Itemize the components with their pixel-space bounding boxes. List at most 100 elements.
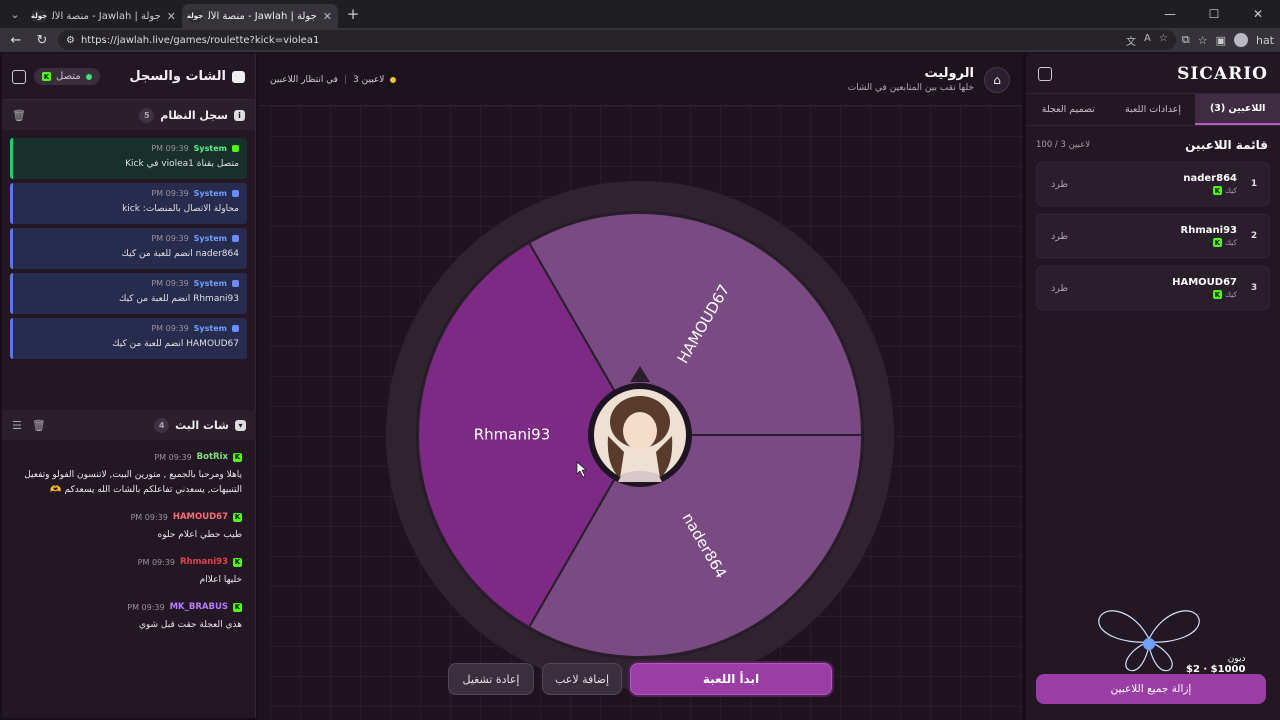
kick-player-button[interactable]: طرد xyxy=(1051,179,1068,190)
log-entry: System 09:39 PM متصل بقناة violea1 في Kic… xyxy=(10,138,247,179)
new-tab-plus-icon[interactable]: + xyxy=(342,3,364,25)
waiting-text: في انتظار اللاعبين xyxy=(270,74,338,85)
chat-nick[interactable]: MK_BRABUS xyxy=(170,602,228,612)
player-index: 2 xyxy=(1250,231,1258,241)
chat-time: 09:39 PM xyxy=(130,512,168,522)
extensions-icon[interactable]: ⧉ xyxy=(1182,33,1190,47)
player-name: Rhmani93 xyxy=(1180,225,1237,236)
close-window-icon[interactable]: ✕ xyxy=(1236,0,1280,28)
app-root: K متصل الشات والسجل 🗑 5 سجل النظام i Sys… xyxy=(0,54,1280,720)
log-entry: System 09:39 PM محاولة الاتصال بالمنصات: … xyxy=(10,183,247,224)
player-index: 3 xyxy=(1250,283,1258,293)
trash-icon[interactable]: 🗑 xyxy=(32,419,46,432)
reload-icon[interactable]: ↻ xyxy=(32,30,52,50)
info-icon: i xyxy=(234,109,245,121)
chat-nick[interactable]: BotRix xyxy=(197,452,228,462)
log-author: System xyxy=(193,324,227,333)
kick-icon: K xyxy=(233,557,242,567)
chat-bubble-icon xyxy=(232,70,245,83)
tab-players[interactable]: اللاعبين (3) xyxy=(1195,94,1280,125)
window-controls: — ☐ ✕ xyxy=(1148,0,1280,28)
minimize-icon[interactable]: — xyxy=(1148,0,1192,28)
log-entry: System 09:39 PM HAMOUD67 انضم للعبة من كي… xyxy=(10,318,247,359)
players-panel-header: SICARIO xyxy=(1026,54,1280,94)
chat-text: خليها اعلاام xyxy=(199,575,242,585)
panel-toggle-icon[interactable] xyxy=(12,69,26,84)
kick-icon: K xyxy=(1212,186,1222,195)
tab-list-chevron-icon[interactable]: ⌄ xyxy=(4,3,26,25)
connection-status-badge: K متصل xyxy=(34,68,100,85)
chat-message: K Rhmani93 09:39 PM خليها اعلاام xyxy=(16,557,242,588)
chat-nick[interactable]: Rhmani93 xyxy=(180,557,228,567)
player-name: HAMOUD67 xyxy=(1172,277,1237,288)
log-time: 09:39 PM xyxy=(151,189,189,198)
browser-tab-2[interactable]: جولة جولة | Jawlah - منصة الألعاب التفا … xyxy=(182,4,338,28)
stream-chat-title: شات البث xyxy=(175,418,229,432)
profile-label: hat xyxy=(1255,33,1274,47)
game-controls: إعادة تشغيل إضافة لاعب ابدأ اللعبة xyxy=(448,663,832,695)
panel-toggle-icon[interactable] xyxy=(1038,66,1052,81)
favorites-icon[interactable]: ☆ xyxy=(1198,34,1208,47)
chat-log-header: K متصل الشات والسجل xyxy=(2,54,255,100)
home-icon[interactable]: ⌂ xyxy=(984,66,1010,93)
tab-title: جولة | Jawlah - منصة الألعاب التفا xyxy=(208,10,317,22)
system-log-count: 5 xyxy=(139,107,155,123)
system-log-header: 🗑 5 سجل النظام i xyxy=(2,100,255,130)
log-text: HAMOUD67 انضم للعبة من كيك xyxy=(112,339,239,349)
system-log-title: سجل النظام xyxy=(160,108,228,122)
profile-avatar[interactable] xyxy=(1233,33,1248,47)
align-icon[interactable]: ☰ xyxy=(12,419,22,432)
favorite-star-icon[interactable]: ☆ xyxy=(1159,33,1168,48)
browser-right-tools: ⧉ ☆ ▣ hat xyxy=(1182,33,1274,47)
kick-player-button[interactable]: طرد xyxy=(1051,283,1068,294)
translate-icon[interactable]: 文 xyxy=(1126,33,1136,48)
kick-icon: K xyxy=(1212,238,1222,247)
chat-text: هذي العجلة حقت قبل شوي xyxy=(138,620,242,630)
restart-button[interactable]: إعادة تشغيل xyxy=(448,663,534,695)
chat-message: K BotRix 09:39 PM ياهلا ومرحبا بالجميع , م… xyxy=(16,452,242,498)
players-panel-tabs: اللاعبين (3) إعدادات اللعبة تصميم العجلة xyxy=(1026,94,1280,126)
browser-tab-1[interactable]: جولة جولة | Jawlah - منصة الألعاب التفا … xyxy=(26,4,182,28)
log-author: System xyxy=(193,279,227,288)
player-list-header: 100 / 3 لاعبين قائمة اللاعبين xyxy=(1026,126,1280,162)
browser-toolbar: ← ↻ ⚙ https://jawlah.live/games/roulette… xyxy=(0,28,1280,52)
wheel-stage: HAMOUD67 nader864 Rhmani93 xyxy=(270,106,1022,720)
roulette-wheel[interactable]: HAMOUD67nader864Rhmani93 xyxy=(270,106,1022,720)
kick-icon: K xyxy=(233,602,242,612)
kick-icon xyxy=(232,145,239,152)
maximize-icon[interactable]: ☐ xyxy=(1192,0,1236,28)
chat-message: K MK_BRABUS 09:39 PM هذي العجلة حقت قبل شو… xyxy=(16,602,242,633)
donation-overlay: ديون $2 · $1000 xyxy=(1186,654,1245,675)
address-bar[interactable]: ⚙ https://jawlah.live/games/roulette?kic… xyxy=(58,30,1176,50)
system-icon xyxy=(232,235,239,242)
chat-log-title: الشات والسجل xyxy=(129,69,245,84)
log-text: متصل بقناة violea1 في Kick xyxy=(125,159,239,169)
kick-icon: K xyxy=(233,452,242,462)
chat-text: طيب حطي اعلام حلوه xyxy=(157,530,242,540)
back-arrow-icon[interactable]: ← xyxy=(6,30,26,50)
collections-icon[interactable]: ▣ xyxy=(1216,34,1226,47)
tab-close-icon[interactable]: ✕ xyxy=(167,10,176,23)
system-icon xyxy=(232,325,239,332)
players-panel: SICARIO اللاعبين (3) إعدادات اللعبة تصمي… xyxy=(1026,54,1280,720)
game-area: في انتظار اللاعبين | 3 لاعبين ⌂ الروليت … xyxy=(258,54,1022,720)
remove-all-players-button[interactable]: إزالة جميع اللاعبين xyxy=(1036,674,1266,704)
trash-icon[interactable]: 🗑 xyxy=(12,109,26,122)
game-subtitle: خلها تقب بين المتابعين في الشات xyxy=(847,83,974,93)
kick-player-button[interactable]: طرد xyxy=(1051,231,1068,242)
status-dot-icon xyxy=(390,76,397,83)
sicario-logo: SICARIO xyxy=(1177,63,1268,84)
read-aloud-icon[interactable]: A xyxy=(1144,33,1151,48)
chat-nick[interactable]: HAMOUD67 xyxy=(173,512,228,522)
tab-game-settings[interactable]: إعدادات اللعبة xyxy=(1111,94,1196,125)
url-text[interactable]: https://jawlah.live/games/roulette?kick=… xyxy=(81,35,1120,46)
tab-wheel-design[interactable]: تصميم العجلة xyxy=(1026,94,1111,125)
site-info-icon[interactable]: ⚙ xyxy=(66,35,75,46)
tab-close-icon[interactable]: ✕ xyxy=(323,10,332,23)
log-entry: System 09:39 PM nader864 انضم للعبة من كي… xyxy=(10,228,247,269)
tab-title: جولة | Jawlah - منصة الألعاب التفا xyxy=(52,10,161,22)
chat-time: 09:39 PM xyxy=(127,602,165,612)
add-player-button[interactable]: إضافة لاعب xyxy=(542,663,622,695)
log-time: 09:39 PM xyxy=(151,279,189,288)
start-game-button[interactable]: ابدأ اللعبة xyxy=(630,663,832,695)
